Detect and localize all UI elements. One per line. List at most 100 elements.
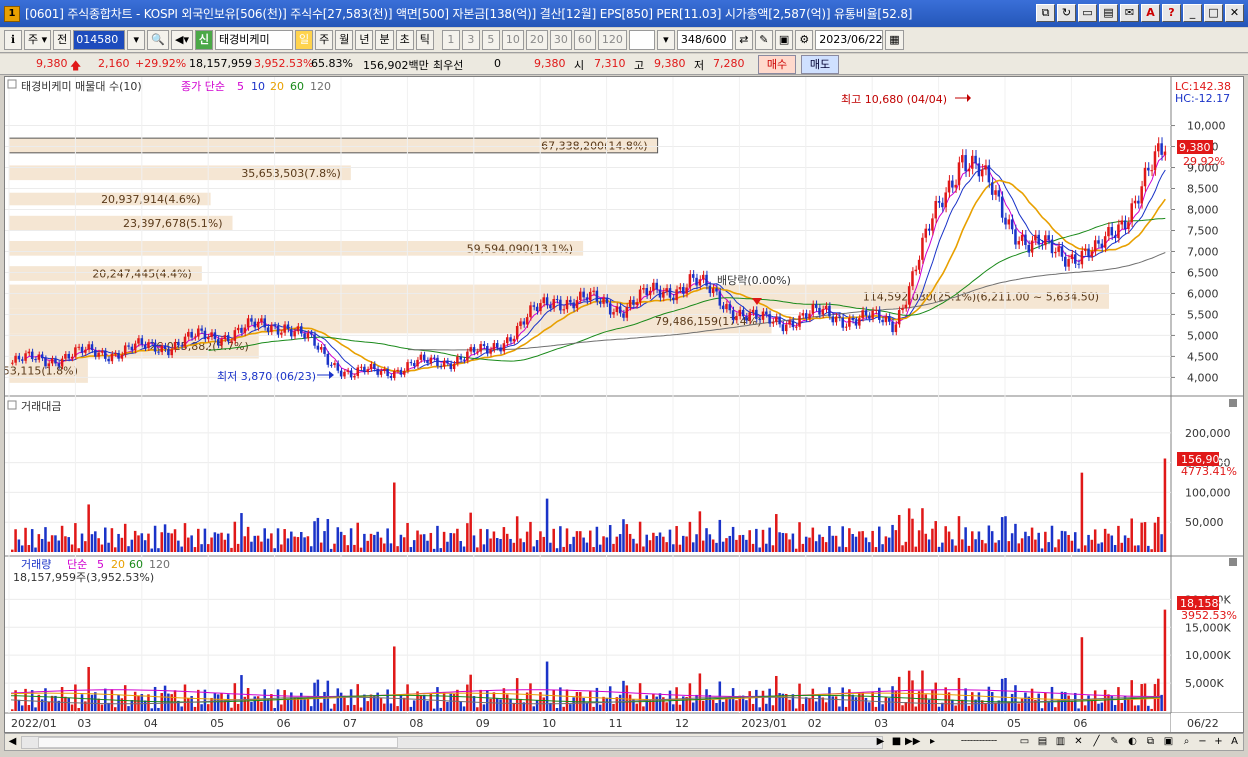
zoom-in-icon[interactable]: + [1211,735,1226,750]
interval-20[interactable]: 20 [525,30,548,50]
layout-icon[interactable]: ▭ [1078,4,1097,22]
interval-3[interactable]: 3 [461,30,480,50]
chart-canvas[interactable]: 67,338,200(14.8%) 35,653,503(7.8%) 20,937,… [0,77,1243,732]
candle-body [90,344,94,351]
interval-1[interactable]: 1 [441,30,460,50]
zoom-out-icon[interactable]: − [1195,735,1210,750]
scroll-track[interactable] [21,736,883,749]
candle-body [133,343,137,351]
scroll-left-icon[interactable]: ◀ [5,735,20,750]
panel-collapse-icon[interactable] [7,79,17,89]
stock-code-input[interactable]: 014580 [73,30,126,50]
interval-10[interactable]: 10 [501,30,524,50]
speaker-icon[interactable]: ◀▾ [170,30,193,50]
split-icon[interactable]: ▤ [1099,4,1118,22]
help-icon[interactable]: ? [1162,4,1181,22]
tab-minute[interactable]: 분 [375,30,394,50]
draw-tool-icon[interactable]: ✎ [1107,735,1122,750]
candle-body [784,324,788,332]
minimize-button[interactable]: _ [1183,4,1202,22]
tab-second[interactable]: 초 [395,30,414,50]
amount-bar [220,532,223,552]
amount-bar [24,527,27,552]
amount-bar [569,544,572,552]
volume-bar [37,694,41,711]
buy-button[interactable]: 매수 [758,55,796,74]
zoom-slider[interactable]: ┄┄┄┄┄┄ [945,735,1013,750]
candle-body [708,285,712,294]
code-dropdown-icon[interactable]: ▾ [127,30,146,50]
amount-bar [947,531,951,552]
panel-close-icon[interactable] [1229,399,1237,407]
font-icon[interactable]: A [1141,4,1160,22]
volume-bar [419,695,423,711]
panel-collapse-icon[interactable] [7,400,17,410]
tab-tick[interactable]: 틱 [415,30,434,50]
scroll-thumb[interactable] [38,737,398,748]
tab-year[interactable]: 년 [355,30,374,50]
interval-60[interactable]: 60 [573,30,596,50]
volume-bar [180,706,183,711]
layout-c-icon[interactable]: ▥ [1053,735,1068,750]
amount-panel-title: 거래대금 [21,400,61,413]
maximize-button[interactable]: □ [1204,4,1223,22]
tab-day[interactable]: 일 [294,30,314,50]
count-input[interactable]: 348/600 [676,30,733,50]
amount-bar [263,528,266,552]
tools-icon[interactable]: ✎ [754,30,773,50]
sell-button[interactable]: 매도 [801,55,839,74]
close-button[interactable]: ✕ [1225,4,1244,22]
step-icon[interactable]: ▸ [925,735,940,750]
layout-a-icon[interactable]: ▭ [1017,735,1032,750]
volume-bar [147,694,150,711]
amount-bar [147,533,150,552]
font-size-icon[interactable]: A [1227,735,1242,750]
quote-row: 9,380 🡅 2,160 +29.92% 18,157,959 3,952.5… [0,54,1248,75]
candle-body [180,345,183,347]
candle-body [1153,151,1157,171]
date-input[interactable]: 2023/06/22 [815,30,884,50]
interval-120[interactable]: 120 [597,30,627,50]
amount-bar [466,523,469,552]
search-icon[interactable]: 🔍 [147,30,169,50]
candle-body [170,349,173,356]
calendar-icon[interactable]: ▦ [885,30,904,50]
cross-icon[interactable]: ✕ [1071,735,1086,750]
stop-icon[interactable]: ■ [889,735,904,750]
save-icon[interactable]: ▣ [774,30,794,50]
candle-body [871,310,874,319]
interval-dropdown-icon[interactable]: ▾ [656,30,675,50]
prev-button[interactable]: 전 [53,30,72,50]
volume-value: 18,157,959 [189,57,252,70]
candle-body [861,310,864,319]
panel-close-icon[interactable] [1229,558,1237,566]
draw-line-icon[interactable]: ╱ [1089,735,1104,750]
paint-icon[interactable]: ◐ [1125,735,1140,750]
settings-gear-icon[interactable]: ⚙ [795,30,814,50]
chart-menu-icon[interactable]: ℹ [4,30,22,50]
zoom-icon[interactable]: ⌕ [1179,735,1194,750]
candle-body [273,325,276,327]
amount-bar [150,548,154,552]
candle-body [233,330,237,341]
layout-b-icon[interactable]: ▤ [1035,735,1050,750]
fast-forward-icon[interactable]: ▶▶ [905,735,920,750]
interval-custom-input[interactable] [628,30,655,50]
period-select[interactable]: 주 ▾ [24,30,52,50]
interval-5[interactable]: 5 [481,30,500,50]
amount-bar [672,544,675,552]
capture-icon[interactable]: ▣ [1161,735,1176,750]
interval-30[interactable]: 30 [549,30,572,50]
copy-icon[interactable]: ⧉ [1143,735,1158,750]
refresh-icon[interactable]: ↻ [1057,4,1076,22]
amount-bar [246,526,250,552]
play-icon[interactable]: ▶ [873,735,888,750]
tab-month[interactable]: 월 [335,30,354,50]
volume-ma-60: 60 [129,558,143,571]
indicator-icon[interactable]: ⇄ [734,30,753,50]
mail-icon[interactable]: ✉ [1120,4,1139,22]
candle-body [147,342,150,349]
link-window-icon[interactable]: ⧉ [1036,4,1055,22]
tab-week[interactable]: 주 [315,30,334,50]
stock-chart[interactable]: 67,338,200(14.8%) 35,653,503(7.8%) 20,937,… [0,76,1244,733]
